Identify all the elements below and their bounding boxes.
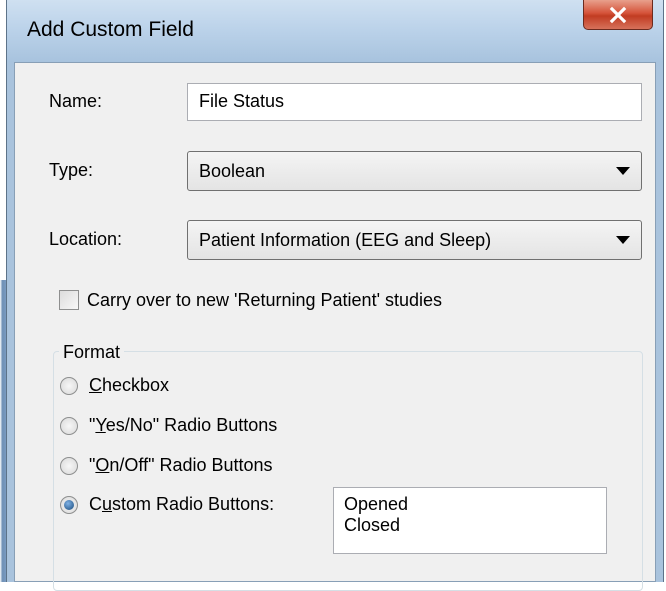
type-dropdown[interactable]: Boolean bbox=[187, 151, 642, 191]
carry-over-label[interactable]: Carry over to new 'Returning Patient' st… bbox=[87, 290, 442, 311]
dialog-window: Add Custom Field Name: File Status Type:… bbox=[6, 0, 664, 591]
chevron-down-icon bbox=[616, 167, 630, 175]
radio-yes-no[interactable] bbox=[60, 417, 78, 435]
type-label: Type: bbox=[49, 160, 94, 180]
name-label: Name: bbox=[49, 91, 103, 111]
custom-value-item: Opened bbox=[344, 494, 409, 514]
access-key: u bbox=[102, 494, 113, 514]
carry-over-checkbox[interactable] bbox=[59, 290, 79, 310]
location-label: Location: bbox=[49, 229, 123, 249]
format-group-title: Format bbox=[59, 342, 125, 363]
title-bar[interactable]: Add Custom Field bbox=[7, 0, 663, 62]
access-key: C bbox=[89, 375, 102, 395]
location-dropdown-value: Patient Information (EEG and Sleep) bbox=[199, 230, 492, 250]
close-icon bbox=[609, 6, 627, 23]
label-suffix: es/No" Radio Buttons bbox=[105, 415, 278, 435]
radio-label-yes-no[interactable]: "Yes/No" Radio Buttons bbox=[89, 415, 277, 436]
chevron-down-icon bbox=[616, 236, 630, 244]
location-dropdown[interactable]: Patient Information (EEG and Sleep) bbox=[187, 220, 642, 260]
close-button[interactable] bbox=[583, 0, 653, 30]
radio-custom[interactable] bbox=[60, 496, 78, 514]
label-suffix: heckbox bbox=[102, 375, 170, 395]
access-key: Y bbox=[95, 415, 106, 435]
type-dropdown-value: Boolean bbox=[199, 161, 266, 181]
name-field[interactable]: File Status bbox=[187, 83, 642, 121]
window-title: Add Custom Field bbox=[27, 18, 194, 41]
dialog-body: Name: File Status Type: Boolean Location… bbox=[14, 62, 656, 591]
access-key: O bbox=[95, 455, 110, 475]
custom-values-textarea[interactable]: Opened Closed bbox=[333, 487, 607, 554]
custom-value-item: Closed bbox=[344, 515, 401, 535]
radio-checkbox-format[interactable] bbox=[60, 377, 78, 395]
label-suffix: n/Off" Radio Buttons bbox=[109, 455, 273, 475]
radio-label-custom[interactable]: Custom Radio Buttons: bbox=[89, 494, 274, 515]
radio-label-on-off[interactable]: "On/Off" Radio Buttons bbox=[89, 455, 273, 476]
label-suffix: stom Radio Buttons: bbox=[112, 494, 275, 514]
radio-label-checkbox[interactable]: Checkbox bbox=[89, 375, 169, 396]
label-prefix: C bbox=[89, 494, 102, 514]
radio-on-off[interactable] bbox=[60, 457, 78, 475]
